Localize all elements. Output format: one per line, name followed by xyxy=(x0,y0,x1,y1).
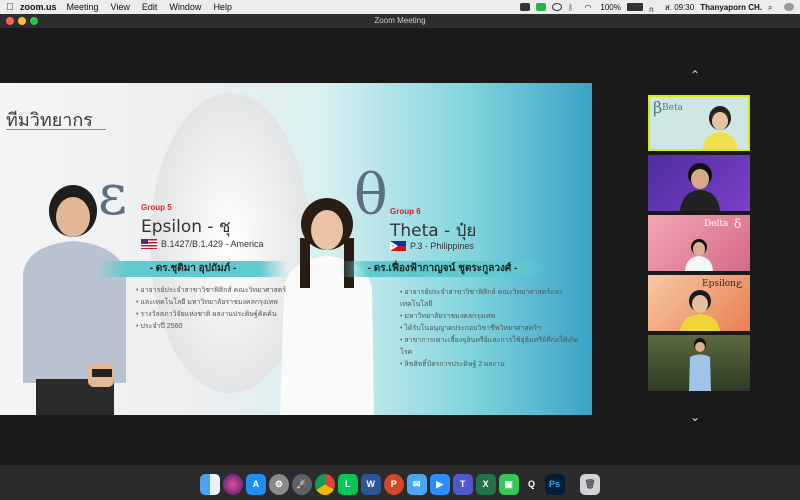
menu-app-name[interactable]: zoom.us xyxy=(20,2,57,12)
zoom-status-icon[interactable] xyxy=(552,3,563,11)
participant-avatar xyxy=(689,338,711,391)
speaker-name-right: - ดร.เฟื่องฟ้ากาญจน์ ชูตระกูลวงศ์ - xyxy=(340,261,545,277)
excel-icon[interactable]: X xyxy=(475,473,496,495)
apple-menu-icon[interactable]:  xyxy=(0,2,20,13)
facetime-icon[interactable]: ▣ xyxy=(498,473,519,495)
tile-symbol: β xyxy=(653,98,663,117)
title-underline xyxy=(6,129,106,130)
window-title-bar: Zoom Meeting xyxy=(0,14,800,28)
variant-code-left: B.1427/B.1.429 - America xyxy=(161,239,264,249)
variant-name-right: Theta - ปุ๋ย xyxy=(390,221,477,241)
philippines-flag-icon xyxy=(390,241,406,251)
greek-symbol-epsilon: ε xyxy=(98,163,128,228)
app-store-icon[interactable]: A xyxy=(245,473,266,495)
bio-item: อาจารย์ประจำสาขาวิชาฟิสิกส์ คณะวิทยาศาสต… xyxy=(400,287,585,311)
zoom-icon[interactable]: ▶ xyxy=(429,473,450,495)
shared-screen-slide: ทีมวิทยากร ε Group 5 Epsilon - ชุ B.1427… xyxy=(0,83,592,415)
word-icon[interactable]: W xyxy=(360,473,381,495)
greek-symbol-theta: θ xyxy=(354,163,388,228)
siri-icon[interactable] xyxy=(222,473,243,495)
variant-code-right: P.3 - Philippines xyxy=(410,241,474,251)
quicktime-icon[interactable]: Q xyxy=(521,473,542,495)
bio-item: อาจารย์ประจำสาขาวิชาฟิสิกส์ คณะวิทยาศาสต… xyxy=(136,285,306,297)
photoshop-icon[interactable]: Ps xyxy=(544,473,565,495)
line-status-icon[interactable] xyxy=(536,3,547,11)
participant-tile-delta[interactable]: Delta δ xyxy=(648,215,750,271)
line-icon[interactable]: L xyxy=(337,473,358,495)
group-label-left: Group 5 xyxy=(141,203,172,212)
tile-label: Delta xyxy=(704,219,729,229)
macos-dock: A ⚙ 🚀 L W P ✉ ▶ T X ▣ Q Ps 🗑 xyxy=(0,465,800,500)
meeting-stage: ทีมวิทยากร ε Group 5 Epsilon - ชุ B.1427… xyxy=(0,28,800,465)
bio-list-right: อาจารย์ประจำสาขาวิชาฟิสิกส์ คณะวิทยาศาสต… xyxy=(400,287,585,371)
wifi-icon[interactable]: ◠ xyxy=(584,3,594,12)
bluetooth-icon[interactable]: ᛒ xyxy=(568,3,578,12)
bio-item: ลิขสิทธิ์บัตรการประดิษฐ์ 2 ผลงาน xyxy=(400,359,585,371)
bio-item: รางวัลสภาวิจัยแห่งชาติ ผลงานประดิษฐ์คิดค… xyxy=(136,309,306,321)
launchpad-icon[interactable]: 🚀 xyxy=(291,473,312,495)
battery-percent: 100% xyxy=(600,2,621,12)
search-icon[interactable]: ⌕ xyxy=(768,3,778,12)
gallery-up-arrow-icon[interactable]: ⌃ xyxy=(690,68,700,82)
gallery-down-arrow-icon[interactable]: ⌄ xyxy=(690,410,700,424)
finder-icon[interactable] xyxy=(200,473,220,495)
menu-window[interactable]: Window xyxy=(169,2,201,12)
close-window-button[interactable] xyxy=(6,17,14,25)
usa-flag-icon xyxy=(141,239,157,249)
fullscreen-window-button[interactable] xyxy=(30,17,38,25)
dock-icons: A ⚙ 🚀 L W P ✉ ▶ T X ▣ Q Ps 🗑 xyxy=(200,471,600,497)
participant-avatar xyxy=(680,163,720,211)
system-prefs-icon[interactable]: ⚙ xyxy=(268,473,289,495)
participant-avatar xyxy=(685,239,713,271)
minimize-window-button[interactable] xyxy=(18,17,26,25)
menu-user[interactable]: Thanyaporn CH. xyxy=(700,3,762,12)
menu-clock[interactable]: ส. 09:30 xyxy=(665,1,694,14)
menu-view[interactable]: View xyxy=(111,2,130,12)
bio-item: ประจำปี 2560 xyxy=(136,321,306,333)
battery-icon[interactable] xyxy=(626,3,643,11)
tile-symbol: δ xyxy=(734,217,742,231)
control-center-icon[interactable] xyxy=(784,3,794,11)
menu-help[interactable]: Help xyxy=(213,2,232,12)
participant-avatar xyxy=(702,106,738,149)
chrome-icon[interactable] xyxy=(314,473,335,495)
window-title: Zoom Meeting xyxy=(374,16,426,25)
bio-item: มหาวิทยาลัยราชมงคลกรุงเทพ xyxy=(400,311,585,323)
mail-icon[interactable]: ✉ xyxy=(406,473,427,495)
tile-label: Beta xyxy=(662,103,683,113)
bio-item: ได้รับโนอนุญาตประกอบวิชาชีพวิทยาศาสตร์ฯ xyxy=(400,323,585,335)
bio-list-left: อาจารย์ประจำสาขาวิชาฟิสิกส์ คณะวิทยาศาสต… xyxy=(136,285,306,333)
bio-item: และเทคโนโลยี มหาวิทยาลัยราชมงคลกรุงเทพ xyxy=(136,297,306,309)
teams-icon[interactable]: T xyxy=(452,473,473,495)
menu-meeting[interactable]: Meeting xyxy=(67,2,99,12)
speaker-name-left: - ดร.ชุติมา อุปถัมภ์ - xyxy=(98,261,288,277)
input-source-icon[interactable]: ก xyxy=(649,3,659,14)
trash-icon[interactable]: 🗑 xyxy=(580,473,600,495)
bio-item: สาขาการเพาะเลี้ยงจุลินทรีย์และการใช้จุลิ… xyxy=(400,335,585,359)
participant-tile-2[interactable] xyxy=(648,155,750,211)
powerpoint-icon[interactable]: P xyxy=(383,473,404,495)
tile-symbol: ε xyxy=(736,277,743,291)
menu-edit[interactable]: Edit xyxy=(142,2,158,12)
participant-tile-beta[interactable]: β Beta xyxy=(648,95,750,151)
participant-tile-epsilon[interactable]: Epsilon ε xyxy=(648,275,750,331)
tile-label: Epsilon xyxy=(702,279,736,289)
menu-bar:  zoom.us Meeting View Edit Window Help … xyxy=(0,0,800,14)
participant-tile-5[interactable] xyxy=(648,335,750,391)
participant-avatar xyxy=(680,290,720,331)
variant-name-left: Epsilon - ชุ xyxy=(141,217,231,237)
screen-share-icon[interactable] xyxy=(520,3,531,11)
group-label-right: Group 6 xyxy=(390,207,421,216)
